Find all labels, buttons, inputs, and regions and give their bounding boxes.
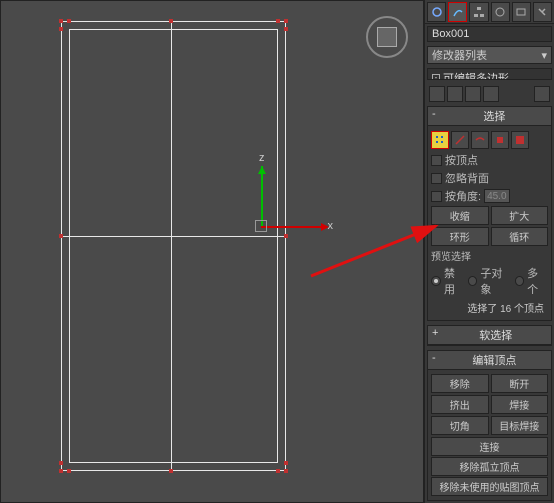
loop-button[interactable]: 循环: [491, 227, 549, 246]
viewcube[interactable]: [366, 16, 408, 58]
configure-sets-button[interactable]: [534, 86, 550, 102]
connect-button[interactable]: 连接: [431, 437, 548, 456]
modifier-list-label: 修改器列表: [432, 47, 487, 63]
expand-sign: -: [432, 352, 436, 368]
ignore-backfacing-label: 忽略背面: [445, 170, 489, 186]
preview-multi-radio[interactable]: [515, 276, 525, 286]
by-vertex-checkbox[interactable]: [431, 155, 442, 166]
angle-spinner[interactable]: 45.0: [484, 189, 509, 203]
stack-toolbar: [427, 84, 552, 102]
hierarchy-tab[interactable]: [469, 2, 488, 22]
by-angle-label: 按角度:: [445, 188, 481, 204]
remove-unused-button[interactable]: 移除未使用的贴图顶点: [431, 477, 548, 496]
vertex[interactable]: [284, 234, 288, 238]
selection-title: 选择: [442, 108, 547, 124]
soft-selection-rollout: + 软选择: [427, 325, 552, 346]
preview-subobj-label: 子对象: [480, 265, 511, 297]
vertex[interactable]: [169, 19, 173, 23]
element-subobj-button[interactable]: [511, 131, 529, 149]
ring-button[interactable]: 环形: [431, 227, 489, 246]
utilities-tab[interactable]: [533, 2, 552, 22]
expand-icon[interactable]: -: [432, 74, 440, 80]
vertex-subobj-button[interactable]: [431, 131, 449, 149]
border-subobj-button[interactable]: [471, 131, 489, 149]
vertex[interactable]: [169, 469, 173, 473]
vertex[interactable]: [67, 19, 71, 23]
vertex[interactable]: [59, 19, 63, 23]
stack-modifier[interactable]: -可编辑多边形: [428, 69, 551, 80]
edit-vertex-header[interactable]: -编辑顶点: [428, 351, 551, 370]
vertex[interactable]: [276, 469, 280, 473]
motion-tab[interactable]: [491, 2, 510, 22]
edit-vertex-rollout: -编辑顶点 移除 断开 挤出 焊接 切角 目标焊接 连接 移除孤立顶点 移除未使…: [427, 350, 552, 501]
ignore-backfacing-checkbox[interactable]: [431, 173, 442, 184]
wire-vline: [171, 21, 172, 471]
remove-modifier-button[interactable]: [483, 86, 499, 102]
display-tab[interactable]: [512, 2, 531, 22]
vertex[interactable]: [59, 234, 63, 238]
expand-sign: +: [432, 327, 438, 343]
preview-off-radio[interactable]: [431, 276, 441, 286]
edit-vertex-title: 编辑顶点: [442, 352, 547, 368]
object-name-field[interactable]: Box001: [427, 26, 552, 42]
show-end-result-button[interactable]: [447, 86, 463, 102]
command-panel: Box001 修改器列表▾ -可编辑多边形 顶点 边 边界 多边形 元素 -选择: [424, 0, 554, 503]
polygon-subobj-button[interactable]: [491, 131, 509, 149]
viewport[interactable]: [0, 0, 424, 503]
soft-selection-header[interactable]: + 软选择: [428, 326, 551, 345]
command-panel-tabs: [425, 0, 554, 24]
remove-iso-button[interactable]: 移除孤立顶点: [431, 457, 548, 476]
vertex[interactable]: [284, 461, 288, 465]
preview-off-label: 禁用: [444, 265, 465, 297]
modifier-stack[interactable]: -可编辑多边形 顶点 边 边界 多边形 元素: [427, 68, 552, 80]
weld-button[interactable]: 焊接: [491, 395, 549, 414]
preview-label: 预览选择: [431, 247, 548, 264]
target-weld-button[interactable]: 目标焊接: [491, 416, 549, 435]
vertex[interactable]: [276, 19, 280, 23]
create-tab[interactable]: [427, 2, 446, 22]
soft-title: 软选择: [444, 327, 547, 343]
modifier-list-dropdown[interactable]: 修改器列表 ▾: [427, 46, 552, 64]
chamfer-button[interactable]: 切角: [431, 416, 489, 435]
vertex[interactable]: [59, 469, 63, 473]
selection-status: 选择了 16 个顶点: [431, 298, 548, 317]
extrude-button[interactable]: 挤出: [431, 395, 489, 414]
vertex[interactable]: [284, 469, 288, 473]
stack-modifier-label: 可编辑多边形: [443, 70, 509, 80]
selection-rollout-header[interactable]: -选择: [428, 107, 551, 126]
vertex[interactable]: [59, 27, 63, 31]
vertex[interactable]: [67, 469, 71, 473]
subobject-buttons: [431, 129, 548, 151]
make-unique-button[interactable]: [465, 86, 481, 102]
vertex[interactable]: [284, 27, 288, 31]
vertex[interactable]: [284, 19, 288, 23]
by-vertex-label: 按顶点: [445, 152, 478, 168]
modify-tab[interactable]: [448, 2, 467, 22]
preview-subobj-radio[interactable]: [468, 276, 478, 286]
vertex[interactable]: [59, 461, 63, 465]
shrink-button[interactable]: 收缩: [431, 206, 489, 225]
grow-button[interactable]: 扩大: [491, 206, 549, 225]
break-button[interactable]: 断开: [491, 374, 549, 393]
preview-multi-label: 多个: [527, 265, 548, 297]
wire-hline: [61, 236, 286, 237]
by-angle-checkbox[interactable]: [431, 191, 442, 202]
remove-button[interactable]: 移除: [431, 374, 489, 393]
selection-rollout: -选择 按顶点 忽略背面 按角度:45.0 收缩 扩大: [427, 106, 552, 321]
edge-subobj-button[interactable]: [451, 131, 469, 149]
chevron-down-icon: ▾: [541, 49, 547, 62]
wireframe-inner: [69, 29, 278, 463]
pin-stack-button[interactable]: [429, 86, 445, 102]
